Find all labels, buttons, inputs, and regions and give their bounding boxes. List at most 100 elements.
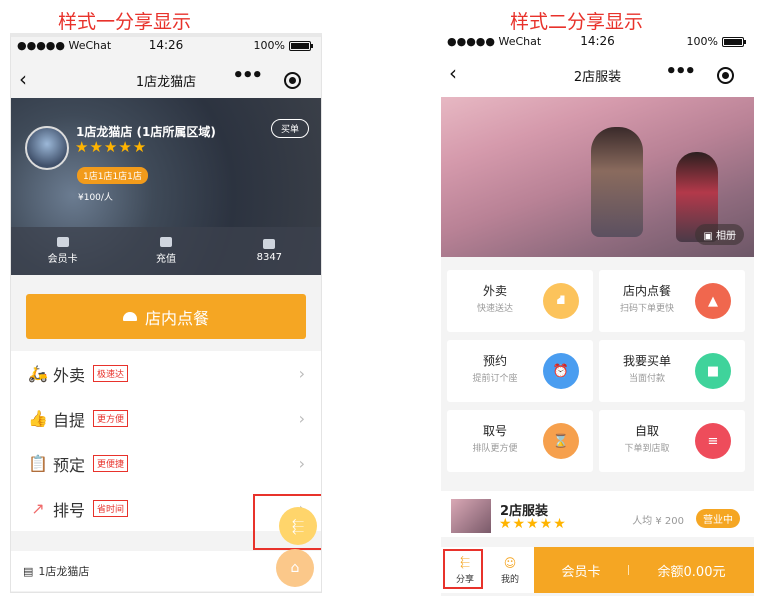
store-info-bar[interactable]: 2店服装 ★★★★★ 人均 ¥ 200 营业中 — [441, 491, 754, 537]
store-avatar — [25, 126, 69, 170]
bottom-bar: ⬱ 分享 ☺ 我的 会员卡 余额0.00元 — [441, 547, 754, 593]
page-title: 2店服装 — [573, 70, 622, 85]
stat-recharge[interactable]: 充值 — [114, 227, 217, 275]
dine-in-order-button[interactable]: 店内点餐 — [26, 294, 306, 339]
list-item-badge: 更方便 — [93, 410, 129, 427]
service-subtitle: 扫码下单更快 — [619, 304, 674, 314]
share-button[interactable]: ⬱ — [279, 507, 317, 545]
chevron-right-icon: › — [298, 364, 305, 383]
store-stats: 会员卡 充值 8347 — [11, 227, 321, 275]
list-item-label: 预定 — [53, 455, 86, 475]
service-card-pay[interactable]: 我要买单 当面付款 ■ — [599, 340, 745, 402]
service-subtitle: 提前订个座 — [472, 374, 518, 384]
store-thumbnail — [451, 499, 491, 533]
vip-balance-bar[interactable]: 会员卡 余额0.00元 — [534, 547, 754, 593]
album-label: 相册 — [716, 231, 736, 242]
battery-icon — [289, 40, 313, 51]
store-icon: ▤ — [23, 564, 34, 578]
navigation-bar: ‹ 1店龙猫店 ••• — [11, 61, 321, 99]
wallet-icon — [159, 237, 172, 247]
store-tag: 1店1店1店1店 — [77, 167, 148, 184]
page-title: 1店龙猫店 — [135, 75, 197, 90]
dine-in-label: 店内点餐 — [144, 308, 209, 328]
stat-points[interactable]: 8347 — [218, 227, 321, 275]
store-header: 1店龙猫店 (1店所属区域) ★★★★★ 买单 1店1店1店1店 ¥100/人 … — [11, 98, 321, 275]
chevron-right-icon: › — [298, 409, 305, 428]
battery-indicator: 100% — [253, 39, 313, 52]
share-highlight-box — [443, 549, 483, 589]
close-miniprogram-icon[interactable] — [284, 72, 301, 89]
queue-ticket-icon: ↗ — [31, 499, 45, 518]
avg-price: 人均 ¥ 200 — [632, 516, 684, 527]
stat-label: 会员卡 — [47, 254, 78, 265]
list-item-label: 自提 — [53, 410, 86, 430]
pay-bill-button[interactable]: 买单 — [270, 119, 309, 138]
status-bar: ●●●●● WeChat 14:26 100% — [441, 33, 754, 51]
service-title: 取号 — [482, 424, 507, 438]
mine-button[interactable]: ☺ 我的 — [486, 547, 534, 593]
mine-label: 我的 — [500, 574, 519, 585]
style1-caption: 样式一分享显示 — [58, 11, 192, 33]
battery-percent: 100% — [253, 39, 285, 52]
service-card-reserve[interactable]: 预约 提前订个座 ⏰ — [447, 340, 593, 402]
service-subtitle: 下单到店取 — [624, 444, 670, 454]
service-subtitle: 当面付款 — [628, 374, 665, 384]
service-title: 我要买单 — [622, 354, 671, 368]
more-menu-icon[interactable]: ••• — [232, 65, 262, 86]
scooter-icon: 🛵 — [28, 364, 48, 383]
navigation-bar: ‹ 2店服装 ••• — [441, 51, 754, 97]
cloche-icon: ▲ — [695, 283, 731, 319]
service-subtitle: 排队更方便 — [472, 444, 518, 454]
service-card-delivery[interactable]: 外卖 快速送达 ⛘ — [447, 270, 593, 332]
service-card-queue[interactable]: 取号 排队更方便 ⌛ — [447, 410, 593, 472]
phone-style2: ●●●●● WeChat 14:26 100% ‹ 2店服装 ••• ▣ 相册 … — [441, 33, 754, 596]
close-miniprogram-icon[interactable] — [717, 67, 734, 84]
battery-indicator: 100% — [686, 35, 746, 48]
service-card-self-pickup[interactable]: 自取 下单到店取 ≡ — [599, 410, 745, 472]
per-person-price: ¥100/人 — [78, 193, 113, 203]
footer-store-name: 1店龙猫店 — [38, 565, 90, 578]
list-item-reserve[interactable]: 📋 预定 更便捷 › — [11, 441, 321, 486]
list-item-label: 排号 — [53, 500, 86, 520]
style2-caption: 样式二分享显示 — [510, 11, 644, 33]
clipboard-icon: 📋 — [28, 454, 48, 473]
service-title: 外卖 — [482, 284, 507, 298]
rating-stars: ★★★★★ — [499, 516, 567, 532]
service-title: 预约 — [482, 354, 507, 368]
user-icon: ☺ — [503, 555, 517, 570]
vip-card-label: 会员卡 — [561, 564, 601, 580]
service-card-dine-in[interactable]: 店内点餐 扫码下单更快 ▲ — [599, 270, 745, 332]
stat-label: 充值 — [155, 254, 176, 265]
photo-icon: ▣ — [703, 231, 716, 242]
list-item-pickup[interactable]: 👍 自提 更方便 › — [11, 396, 321, 441]
vip-card-icon — [56, 237, 69, 247]
stat-label: 8347 — [256, 252, 283, 263]
service-title: 自取 — [634, 424, 659, 438]
rating-stars: ★★★★★ — [75, 138, 148, 156]
share-icon: ⬱ — [291, 517, 305, 535]
stat-vip-card[interactable]: 会员卡 — [11, 227, 114, 275]
battery-icon — [722, 36, 746, 47]
thumbs-up-icon: 👍 — [28, 409, 48, 428]
banner-figure — [591, 127, 643, 237]
store-footer[interactable]: ▤ 1店龙猫店 — [11, 551, 321, 591]
alarm-clock-icon: ⏰ — [543, 353, 579, 389]
home-button[interactable]: ⌂ — [276, 549, 314, 587]
burger-icon: ≡ — [695, 423, 731, 459]
list-item-badge: 省时间 — [93, 500, 129, 517]
battery-percent: 100% — [686, 35, 718, 48]
cloche-icon — [122, 312, 137, 321]
status-bar: ●●●●● WeChat 14:26 100% — [11, 37, 321, 55]
open-status-badge: 营业中 — [696, 509, 740, 528]
store-banner: ▣ 相册 — [441, 97, 754, 257]
album-button[interactable]: ▣ 相册 — [695, 224, 744, 245]
more-menu-icon[interactable]: ••• — [665, 61, 695, 82]
chevron-right-icon: › — [298, 454, 305, 473]
phone-style1: ●●●●● WeChat 14:26 100% ‹ 1店龙猫店 ••• 1店龙猫… — [10, 33, 322, 593]
hourglass-icon: ⌛ — [543, 423, 579, 459]
list-item-delivery[interactable]: 🛵 外卖 极速达 › — [11, 351, 321, 396]
list-item-badge: 更便捷 — [93, 455, 129, 472]
home-icon: ⌂ — [290, 560, 300, 576]
scooter-icon: ⛘ — [543, 283, 579, 319]
service-subtitle: 快速送达 — [476, 304, 513, 314]
